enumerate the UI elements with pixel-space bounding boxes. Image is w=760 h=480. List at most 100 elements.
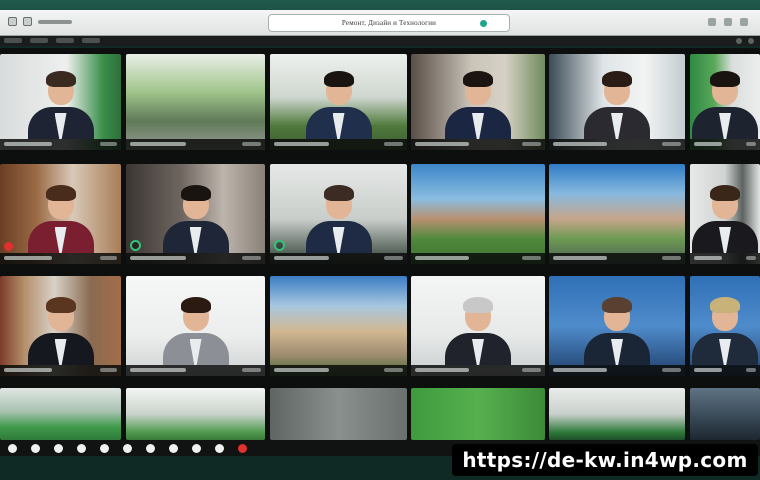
video-tile-r2c3[interactable] bbox=[270, 164, 407, 264]
recording-icon[interactable] bbox=[4, 242, 13, 251]
participant-video bbox=[26, 183, 96, 253]
participant-hair bbox=[323, 185, 354, 201]
video-background bbox=[411, 388, 545, 440]
leave-call-icon[interactable] bbox=[238, 444, 247, 453]
share-screen-icon[interactable] bbox=[54, 444, 63, 453]
back-icon[interactable] bbox=[23, 17, 32, 26]
participant-name-placeholder bbox=[553, 256, 608, 260]
participants-icon[interactable] bbox=[748, 38, 754, 44]
participant-name-bar bbox=[0, 253, 121, 264]
video-tile-r2c6[interactable] bbox=[690, 164, 760, 264]
toolbar-item-4[interactable] bbox=[82, 38, 100, 43]
view-icon[interactable] bbox=[192, 444, 201, 453]
participant-name-bar bbox=[549, 139, 685, 150]
participant-name-bar bbox=[126, 139, 265, 150]
watermark: https://de-kw.in4wp.com bbox=[452, 444, 758, 476]
reactions-icon[interactable] bbox=[100, 444, 109, 453]
participant-hair bbox=[180, 297, 211, 313]
mic-toggle-icon[interactable] bbox=[8, 444, 17, 453]
participant-status-placeholder bbox=[746, 142, 756, 146]
video-tile-r4c5[interactable] bbox=[549, 388, 685, 440]
video-tile-r3c4[interactable] bbox=[411, 276, 545, 376]
participant-name-placeholder bbox=[4, 368, 53, 372]
toolbar-item-3[interactable] bbox=[56, 38, 74, 43]
participant-name-bar bbox=[270, 139, 407, 150]
participant-status-placeholder bbox=[241, 142, 261, 146]
layout-icon[interactable] bbox=[169, 444, 178, 453]
tab-strip[interactable] bbox=[38, 19, 72, 24]
participant-name-bar bbox=[126, 365, 265, 376]
participant-video bbox=[690, 183, 760, 253]
video-tile-r1c5[interactable] bbox=[549, 54, 685, 150]
participant-name-placeholder bbox=[4, 142, 53, 146]
participant-status-placeholder bbox=[522, 256, 541, 260]
video-grid bbox=[0, 48, 760, 444]
video-tile-r2c4[interactable] bbox=[411, 164, 545, 264]
video-tile-r3c6[interactable] bbox=[690, 276, 760, 376]
video-tile-r2c1[interactable] bbox=[0, 164, 121, 264]
participant-status-placeholder bbox=[383, 368, 403, 372]
participant-video bbox=[26, 295, 96, 365]
participant-video bbox=[161, 183, 231, 253]
close-icon[interactable] bbox=[740, 18, 748, 26]
video-tile-r4c6[interactable] bbox=[690, 388, 760, 440]
microphone-icon[interactable] bbox=[274, 240, 285, 251]
participant-hair bbox=[463, 71, 493, 87]
participant-hair bbox=[45, 71, 76, 87]
toolbar-item-1[interactable] bbox=[4, 38, 22, 43]
participant-hair bbox=[323, 71, 354, 87]
video-tile-r3c5[interactable] bbox=[549, 276, 685, 376]
microphone-icon[interactable] bbox=[130, 240, 141, 251]
record-icon[interactable] bbox=[215, 444, 224, 453]
security-icon[interactable] bbox=[480, 20, 487, 27]
video-tile-r2c5[interactable] bbox=[549, 164, 685, 264]
window-menu-icon[interactable] bbox=[8, 17, 17, 26]
video-tile-r3c2[interactable] bbox=[126, 276, 265, 376]
titlebar-left-controls bbox=[8, 17, 72, 26]
participant-status-placeholder bbox=[661, 368, 681, 372]
address-text: Ремонт, Дизайн и Технологии bbox=[341, 19, 437, 27]
participant-name-bar bbox=[411, 253, 545, 264]
video-tile-r4c3[interactable] bbox=[270, 388, 407, 440]
participants-list-icon[interactable] bbox=[123, 444, 132, 453]
video-tile-r1c6[interactable] bbox=[690, 54, 760, 150]
meeting-toolbar bbox=[0, 36, 760, 46]
participant-hair bbox=[602, 71, 632, 87]
video-background bbox=[126, 54, 265, 150]
participant-hair bbox=[710, 71, 740, 87]
participant-status-placeholder bbox=[522, 368, 541, 372]
video-tile-r2c2[interactable] bbox=[126, 164, 265, 264]
participant-name-placeholder bbox=[130, 368, 186, 372]
participant-status-placeholder bbox=[522, 142, 541, 146]
video-tile-r1c4[interactable] bbox=[411, 54, 545, 150]
toolbar-item-2[interactable] bbox=[30, 38, 48, 43]
video-tile-r4c1[interactable] bbox=[0, 388, 121, 440]
video-background bbox=[270, 388, 407, 440]
participant-name-placeholder bbox=[415, 368, 469, 372]
settings-icon[interactable] bbox=[736, 38, 742, 44]
participant-video bbox=[161, 295, 231, 365]
participant-name-bar bbox=[411, 365, 545, 376]
address-bar[interactable]: Ремонт, Дизайн и Технологии bbox=[268, 14, 510, 32]
participant-video bbox=[304, 69, 374, 139]
participant-name-bar bbox=[690, 139, 760, 150]
participant-video bbox=[690, 295, 760, 365]
participant-hair bbox=[45, 297, 76, 313]
camera-toggle-icon[interactable] bbox=[31, 444, 40, 453]
participant-hair bbox=[180, 185, 211, 201]
video-tile-r1c1[interactable] bbox=[0, 54, 121, 150]
participant-name-placeholder bbox=[694, 368, 722, 372]
video-tile-r1c2[interactable] bbox=[126, 54, 265, 150]
video-tile-r4c2[interactable] bbox=[126, 388, 265, 440]
video-tile-r3c1[interactable] bbox=[0, 276, 121, 376]
participant-hair bbox=[710, 297, 740, 313]
titlebar-right-controls bbox=[708, 18, 748, 26]
chat-icon[interactable] bbox=[77, 444, 86, 453]
video-tile-r1c3[interactable] bbox=[270, 54, 407, 150]
video-tile-r4c4[interactable] bbox=[411, 388, 545, 440]
minimize-icon[interactable] bbox=[708, 18, 716, 26]
maximize-icon[interactable] bbox=[724, 18, 732, 26]
more-options-icon[interactable] bbox=[146, 444, 155, 453]
participant-status-placeholder bbox=[661, 256, 681, 260]
video-tile-r3c3[interactable] bbox=[270, 276, 407, 376]
